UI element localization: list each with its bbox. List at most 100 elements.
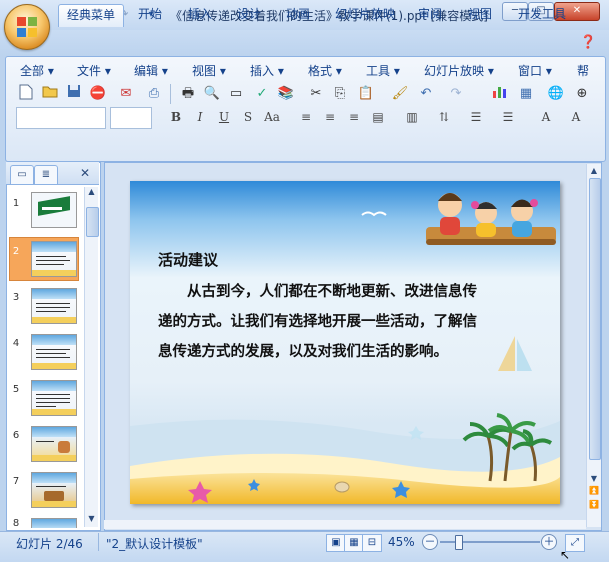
ribbon-tabs: [0, 30, 609, 56]
research-icon[interactable]: 📚: [276, 84, 296, 104]
slide-thumbnail[interactable]: 3: [8, 286, 84, 324]
menu-window[interactable]: 窗口 ▾: [518, 62, 552, 79]
slide-canvas[interactable]: 活动建议 从古到今，人们都在不断地更新、改进信息传 递的方式。让我们有选择地开展…: [130, 181, 560, 504]
save-icon[interactable]: [64, 84, 84, 104]
close-panel-icon[interactable]: ✕: [80, 166, 90, 180]
insert-picture-icon[interactable]: 🌐: [546, 84, 566, 104]
slide-thumbnail[interactable]: 8: [8, 516, 84, 528]
table-icon[interactable]: ▦: [516, 84, 536, 104]
font-size-select[interactable]: [110, 107, 152, 129]
slide-text-line: 从古到今，人们都在不断地更新、改进信息传: [158, 283, 477, 300]
zoom-out-button[interactable]: －: [422, 534, 438, 550]
slide-thumbnail[interactable]: 7: [8, 470, 84, 508]
slide-number: 7: [12, 476, 20, 487]
slideshow-view-icon[interactable]: ⊟: [362, 534, 382, 552]
menu-help[interactable]: 帮: [577, 62, 589, 79]
shadow-button[interactable]: S: [238, 107, 258, 127]
tab-animations[interactable]: 动画: [278, 4, 318, 26]
undo-icon[interactable]: ↶: [416, 84, 436, 104]
scroll-thumb[interactable]: [86, 207, 99, 237]
toolbar-divider: [170, 84, 171, 104]
menu-tools[interactable]: 工具 ▾: [366, 62, 400, 79]
slide-thumbnail-selected[interactable]: 2: [9, 237, 79, 281]
email-attachment-icon[interactable]: ✉: [116, 84, 136, 104]
slide-thumbnail[interactable]: 6: [8, 424, 84, 462]
align-right-icon[interactable]: ≡: [344, 107, 364, 127]
slide-thumbnail[interactable]: 5: [8, 378, 84, 416]
zoom-level[interactable]: 45%: [388, 535, 415, 549]
underline-button[interactable]: U: [214, 107, 234, 127]
slide-scrollbar[interactable]: ▲ ▼ ⏫ ⏬: [586, 164, 601, 527]
previous-slide-icon[interactable]: ⏫: [589, 486, 599, 496]
slide-view-icon[interactable]: ▭: [226, 84, 246, 104]
scroll-down-icon[interactable]: ▼: [86, 514, 97, 526]
scroll-down-icon[interactable]: ▼: [589, 474, 599, 484]
thumbnail-image: [31, 426, 77, 462]
menu-format[interactable]: 格式 ▾: [308, 62, 342, 79]
scroll-up-icon[interactable]: ▲: [86, 187, 97, 199]
menu-view[interactable]: 视图 ▾: [192, 62, 226, 79]
zoom-in-button[interactable]: ＋: [541, 534, 557, 550]
slide-sorter-icon[interactable]: ▦: [344, 534, 364, 552]
thumbnail-image: [31, 334, 77, 370]
menu-file[interactable]: 文件 ▾: [77, 62, 111, 79]
tab-view[interactable]: 视图: [460, 4, 500, 26]
tab-design[interactable]: 设计: [229, 4, 269, 26]
menu-edit[interactable]: 编辑 ▾: [134, 62, 168, 79]
font-color-icon[interactable]: A: [536, 107, 556, 127]
slide-heading[interactable]: 活动建议: [158, 249, 218, 270]
help-icon[interactable]: ❓: [580, 35, 596, 50]
print-preview-icon[interactable]: 🔍: [202, 84, 222, 104]
outline-tab-icon[interactable]: ≣: [34, 165, 58, 185]
scroll-up-icon[interactable]: ▲: [589, 166, 599, 176]
slide-number: 6: [12, 430, 20, 441]
horizontal-scrollbar[interactable]: [104, 520, 586, 529]
next-slide-icon[interactable]: ⏬: [589, 500, 599, 510]
permission-icon[interactable]: ⛔: [88, 84, 108, 104]
copy-icon[interactable]: ⎘: [330, 84, 350, 104]
paste-icon[interactable]: 📋: [356, 84, 376, 104]
slides-tab-icon[interactable]: ▭: [10, 165, 34, 185]
menu-insert[interactable]: 插入 ▾: [250, 62, 284, 79]
align-center-icon[interactable]: ≡: [320, 107, 340, 127]
slide-body-text[interactable]: 从古到今，人们都在不断地更新、改进信息传 递的方式。让我们有选择地开展一些活动，…: [158, 277, 538, 367]
tab-classic-menu[interactable]: 经典菜单: [58, 4, 124, 27]
menu-slideshow[interactable]: 幻灯片放映 ▾: [424, 62, 494, 79]
thumbnail-image: [31, 288, 77, 324]
scroll-thumb[interactable]: [589, 178, 601, 460]
print-icon[interactable]: 🖶: [178, 84, 198, 104]
thumbnails-scrollbar[interactable]: ▲ ▼: [84, 187, 99, 527]
align-left-icon[interactable]: ≡: [296, 107, 316, 127]
tab-review[interactable]: 审阅: [410, 4, 450, 26]
mouse-cursor-icon: ↖: [560, 548, 571, 562]
publish-icon[interactable]: ⎙: [144, 84, 164, 104]
redo-icon[interactable]: ↷: [446, 84, 466, 104]
open-folder-icon[interactable]: [40, 84, 60, 104]
justify-icon[interactable]: ▤: [368, 107, 388, 127]
office-button[interactable]: [4, 4, 50, 50]
normal-view-icon[interactable]: ▣: [326, 534, 346, 552]
columns-icon[interactable]: ▥: [402, 107, 422, 127]
chart-icon[interactable]: [490, 84, 510, 104]
tab-insert[interactable]: 插入: [180, 4, 220, 26]
menu-all[interactable]: 全部 ▾: [20, 62, 54, 79]
format-painter-icon[interactable]: 🖌: [390, 84, 410, 104]
tab-home[interactable]: 开始: [130, 4, 170, 26]
zoom-slider-thumb[interactable]: [455, 535, 463, 550]
zoom-icon[interactable]: ⊕: [572, 84, 592, 104]
increase-font-icon[interactable]: A: [566, 107, 586, 127]
slide-thumbnail[interactable]: 1: [8, 190, 84, 228]
bullets-icon[interactable]: ☰: [498, 107, 518, 127]
numbering-icon[interactable]: ☰: [466, 107, 486, 127]
bold-button[interactable]: B: [166, 107, 186, 127]
tab-slideshow[interactable]: 幻灯片放映: [330, 4, 400, 26]
change-case-button[interactable]: Aa: [262, 107, 282, 127]
italic-button[interactable]: I: [190, 107, 210, 127]
spelling-icon[interactable]: ✓: [252, 84, 272, 104]
new-document-icon[interactable]: [16, 84, 36, 104]
tab-developer[interactable]: 开发工具: [510, 4, 574, 26]
cut-icon[interactable]: ✂: [306, 84, 326, 104]
slide-thumbnail[interactable]: 4: [8, 332, 84, 370]
text-direction-icon[interactable]: ⇅: [434, 107, 454, 127]
font-name-select[interactable]: [16, 107, 106, 129]
